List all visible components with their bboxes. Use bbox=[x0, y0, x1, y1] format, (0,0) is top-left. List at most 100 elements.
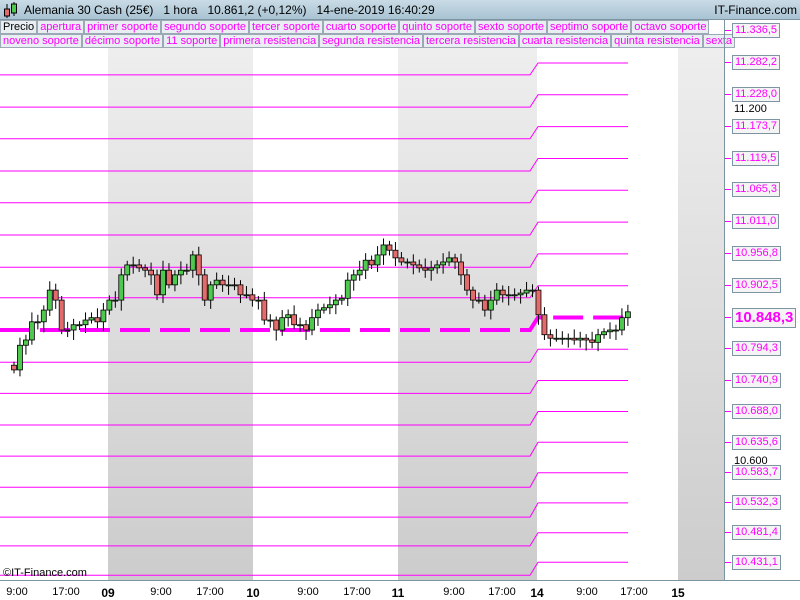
candle-body bbox=[309, 317, 315, 331]
candle-body bbox=[160, 269, 166, 296]
time-label: 9:00 bbox=[576, 586, 598, 598]
candle-body bbox=[350, 274, 357, 281]
candle-body bbox=[148, 269, 154, 276]
legend-item[interactable]: cuarto soporte bbox=[322, 20, 400, 34]
candle-body bbox=[541, 314, 548, 336]
candle-body bbox=[142, 267, 149, 271]
candle-body bbox=[386, 244, 393, 251]
level-tick bbox=[725, 472, 731, 473]
legend-item[interactable]: tercer soporte bbox=[249, 20, 323, 34]
legend-item[interactable]: Precio bbox=[0, 20, 38, 34]
level-tick bbox=[725, 532, 731, 533]
level-price-label: 10.740,9 bbox=[732, 373, 781, 388]
candle-body bbox=[440, 261, 447, 266]
time-label: 14 bbox=[530, 586, 544, 600]
legend-item[interactable]: tercera resistencia bbox=[423, 34, 519, 48]
level-tick bbox=[725, 158, 731, 159]
candle-body bbox=[195, 254, 202, 276]
candle-body bbox=[380, 244, 387, 256]
candle-body bbox=[34, 321, 41, 324]
candle-body bbox=[267, 319, 274, 322]
candle-body bbox=[255, 299, 262, 302]
candle-body bbox=[291, 314, 298, 326]
candle-body bbox=[23, 339, 29, 346]
candle-body bbox=[166, 269, 172, 286]
level-tick bbox=[725, 189, 731, 190]
level-tick bbox=[725, 317, 731, 318]
candle-body bbox=[422, 267, 429, 271]
level-price-label: 10.794,3 bbox=[732, 341, 781, 356]
legend-item[interactable]: quinta resistencia bbox=[611, 34, 703, 48]
legend-item[interactable]: septimo soporte bbox=[547, 20, 632, 34]
level-price-label: 10.481,4 bbox=[732, 525, 781, 540]
candle-body bbox=[499, 289, 506, 296]
level-tick bbox=[725, 348, 731, 349]
level-price-label: 10.688,0 bbox=[732, 404, 781, 419]
candle-body bbox=[315, 309, 321, 319]
legend-item[interactable]: cuarta resistencia bbox=[518, 34, 612, 48]
level-tick bbox=[725, 253, 731, 254]
level-price-label: 11.119,5 bbox=[732, 151, 780, 166]
candle-body bbox=[52, 289, 59, 301]
legend-item[interactable]: apertura bbox=[37, 20, 85, 34]
weekend-shade bbox=[678, 48, 724, 580]
candle-body bbox=[619, 317, 625, 331]
time-label: 10 bbox=[246, 586, 260, 600]
candle-body bbox=[189, 254, 196, 271]
candle-body bbox=[237, 284, 244, 296]
time-label: 9:00 bbox=[6, 586, 28, 598]
level-price-label: 11.336,5 bbox=[732, 23, 781, 38]
legend-item[interactable]: noveno soporte bbox=[0, 34, 82, 48]
candle-body bbox=[624, 311, 631, 319]
legend-item[interactable]: sexto soporte bbox=[474, 20, 548, 34]
level-tick bbox=[725, 221, 731, 222]
candle-body bbox=[535, 289, 542, 316]
candle-body bbox=[475, 299, 482, 302]
legend-item[interactable]: primer soporte bbox=[84, 20, 162, 34]
level-price-label: 11.173,7 bbox=[732, 119, 781, 134]
price-chart[interactable] bbox=[0, 48, 724, 580]
candle-body bbox=[493, 289, 500, 301]
candle-body bbox=[404, 261, 411, 264]
candle-body bbox=[225, 284, 232, 287]
candle-body bbox=[374, 254, 381, 266]
copyright: ©IT-Finance.com bbox=[3, 567, 87, 579]
candle-body bbox=[607, 329, 613, 333]
legend-item[interactable]: primera resistencia bbox=[220, 34, 320, 48]
time-label: 09 bbox=[101, 586, 115, 600]
level-tick bbox=[725, 562, 731, 563]
legend-item[interactable]: décimo soporte bbox=[81, 34, 164, 48]
legend-item[interactable]: segundo soporte bbox=[161, 20, 250, 34]
legend-row-2: noveno soporte décimo soporte 11 soporte pr… bbox=[0, 34, 735, 48]
level-price-label: 11.065,3 bbox=[732, 182, 781, 197]
candle-body bbox=[231, 284, 238, 287]
candle-body bbox=[487, 299, 494, 311]
candle-body bbox=[177, 269, 184, 276]
candle-body bbox=[213, 279, 220, 286]
candle-body bbox=[124, 264, 131, 276]
legend-item[interactable]: quinto soporte bbox=[399, 20, 475, 34]
candle-body bbox=[434, 264, 441, 269]
level-price-label: 10.902,5 bbox=[732, 278, 781, 293]
candle-body bbox=[559, 337, 566, 340]
time-label: 11 bbox=[391, 586, 405, 600]
candle-body bbox=[589, 339, 596, 343]
level-price-label: 11.282,2 bbox=[732, 55, 781, 70]
legend-item[interactable]: 11 soporte bbox=[163, 34, 221, 48]
time-label: 17:00 bbox=[52, 586, 80, 598]
candle-body bbox=[118, 274, 125, 301]
price-axis[interactable]: 11.20011.00010.60011.336,511.282,211.228… bbox=[724, 20, 800, 580]
candle-body bbox=[613, 329, 619, 332]
legend-item[interactable]: segunda resistencia bbox=[319, 34, 423, 48]
level-price-label: 10.956,8 bbox=[732, 246, 781, 261]
time-label: 17:00 bbox=[620, 586, 648, 598]
time-axis[interactable]: 9:00 17:00 09 9:00 17:00 10 9:00 17:00 11 9:00 17:… bbox=[0, 580, 800, 600]
candle-body bbox=[261, 299, 268, 321]
legend-item[interactable]: octavo soporte bbox=[631, 20, 710, 34]
brand-link[interactable]: IT-Finance.com bbox=[714, 3, 797, 17]
candle-body bbox=[172, 274, 178, 286]
candle-body bbox=[94, 317, 101, 323]
candle-body bbox=[529, 289, 536, 292]
candle-body bbox=[523, 289, 530, 294]
candle-body bbox=[285, 314, 292, 319]
